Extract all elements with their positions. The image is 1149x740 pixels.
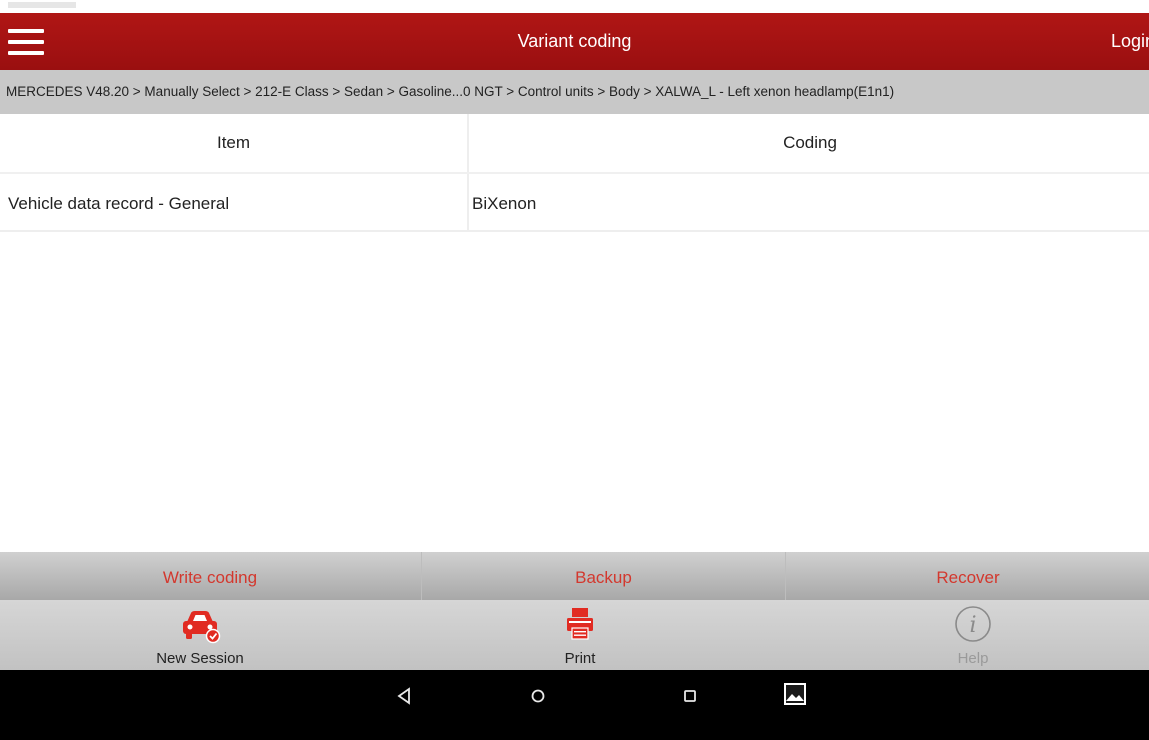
car-icon [183,611,221,644]
print-label: Print [564,650,596,667]
column-header-item: Item [216,133,251,152]
new-session-button[interactable]: New Session [114,600,286,670]
backup-button[interactable]: Backup [421,552,785,600]
status-bar [0,0,1149,13]
android-nav-bar [0,670,1149,740]
login-button[interactable]: Login [1111,31,1149,52]
column-header-coding: Coding [467,114,1149,172]
breadcrumb: MERCEDES V48.20 > Manually Select > 212-… [0,70,1149,114]
title-bar: Variant coding Login [0,13,1149,70]
printer-icon [567,608,593,640]
page-title: Variant coding [517,31,632,51]
info-icon: i [955,606,991,642]
svg-text:i: i [969,613,976,638]
status-bar-fragment [8,2,76,8]
recover-button[interactable]: Recover [785,552,1149,600]
write-coding-button[interactable]: Write coding [0,552,420,600]
table-row[interactable]: Vehicle data record - General BiXenon [0,174,1149,232]
cell-item: Vehicle data record - General [8,194,230,213]
back-triangle-icon[interactable] [396,687,412,705]
gallery-icon[interactable] [783,682,807,706]
help-button[interactable]: i Help [888,600,1058,670]
cell-coding[interactable]: BiXenon [467,174,1149,230]
action-bar: Write coding Backup Recover [0,552,1149,600]
help-label: Help [957,650,989,667]
coding-table: Item Coding Vehicle data record - Genera… [0,114,1149,232]
recent-square-icon[interactable] [682,688,698,704]
table-header: Item Coding [0,114,1149,174]
new-session-label: New Session [156,650,244,667]
home-circle-icon[interactable] [530,688,546,704]
bottom-toolbar: New Session Print i Help [0,600,1149,670]
print-button[interactable]: Print [500,600,660,670]
